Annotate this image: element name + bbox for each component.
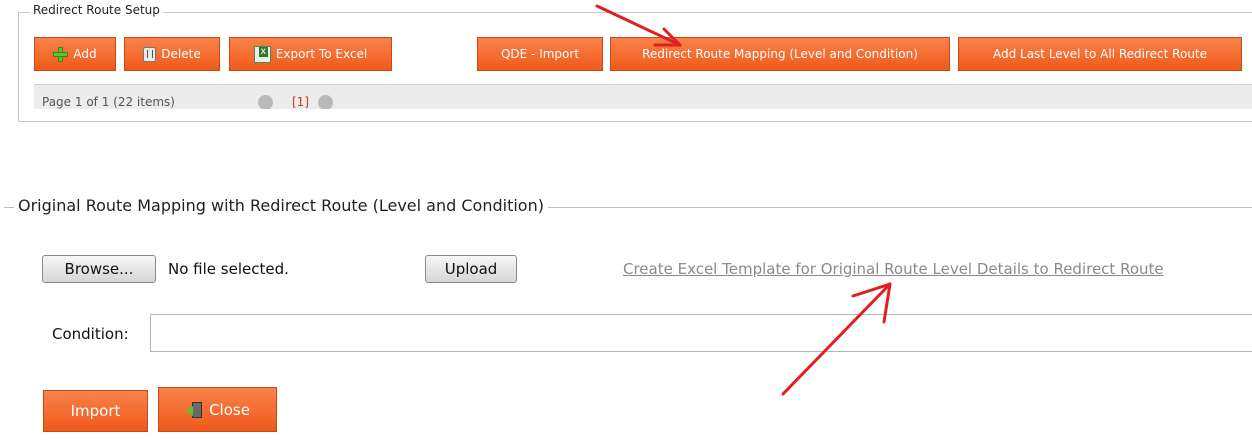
condition-label: Condition: xyxy=(52,325,129,343)
delete-button[interactable]: Delete xyxy=(124,37,220,71)
previous-page-icon[interactable] xyxy=(258,95,273,109)
browse-button[interactable]: Browse... xyxy=(42,255,156,283)
import-button[interactable]: Import xyxy=(43,390,148,432)
add-last-level-button[interactable]: Add Last Level to All Redirect Route xyxy=(958,37,1242,71)
file-status-text: No file selected. xyxy=(168,260,289,278)
current-page-number[interactable]: [1] xyxy=(292,95,309,109)
next-page-icon[interactable] xyxy=(318,95,333,109)
delete-button-label: Delete xyxy=(161,47,201,61)
excel-icon xyxy=(253,45,271,63)
close-button-label: Close xyxy=(209,400,250,419)
condition-input[interactable] xyxy=(150,314,1252,352)
add-button-label: Add xyxy=(73,47,97,61)
route-mapping-legend: Original Route Mapping with Redirect Rou… xyxy=(14,196,548,215)
export-to-excel-button[interactable]: Export To Excel xyxy=(229,37,392,71)
pager-summary: Page 1 of 1 (22 items) xyxy=(42,95,175,109)
trash-icon xyxy=(143,46,157,62)
create-excel-template-link[interactable]: Create Excel Template for Original Route… xyxy=(623,260,1164,278)
redirect-route-setup-legend: Redirect Route Setup xyxy=(30,3,163,17)
qde-import-button[interactable]: QDE - Import xyxy=(477,37,603,71)
add-button[interactable]: Add xyxy=(34,37,116,71)
export-to-excel-label: Export To Excel xyxy=(275,47,368,61)
upload-button[interactable]: Upload xyxy=(425,255,517,283)
qde-import-label: QDE - Import xyxy=(500,47,580,61)
close-button[interactable]: Close xyxy=(158,387,277,432)
import-button-label: Import xyxy=(70,402,121,420)
plus-icon xyxy=(53,46,69,62)
add-last-level-label: Add Last Level to All Redirect Route xyxy=(992,47,1208,61)
pager-bar: Page 1 of 1 (22 items) [1] xyxy=(34,84,1252,109)
exit-door-icon xyxy=(185,401,203,418)
redirect-route-mapping-label: Redirect Route Mapping (Level and Condit… xyxy=(642,47,918,61)
redirect-route-mapping-button[interactable]: Redirect Route Mapping (Level and Condit… xyxy=(610,37,950,71)
